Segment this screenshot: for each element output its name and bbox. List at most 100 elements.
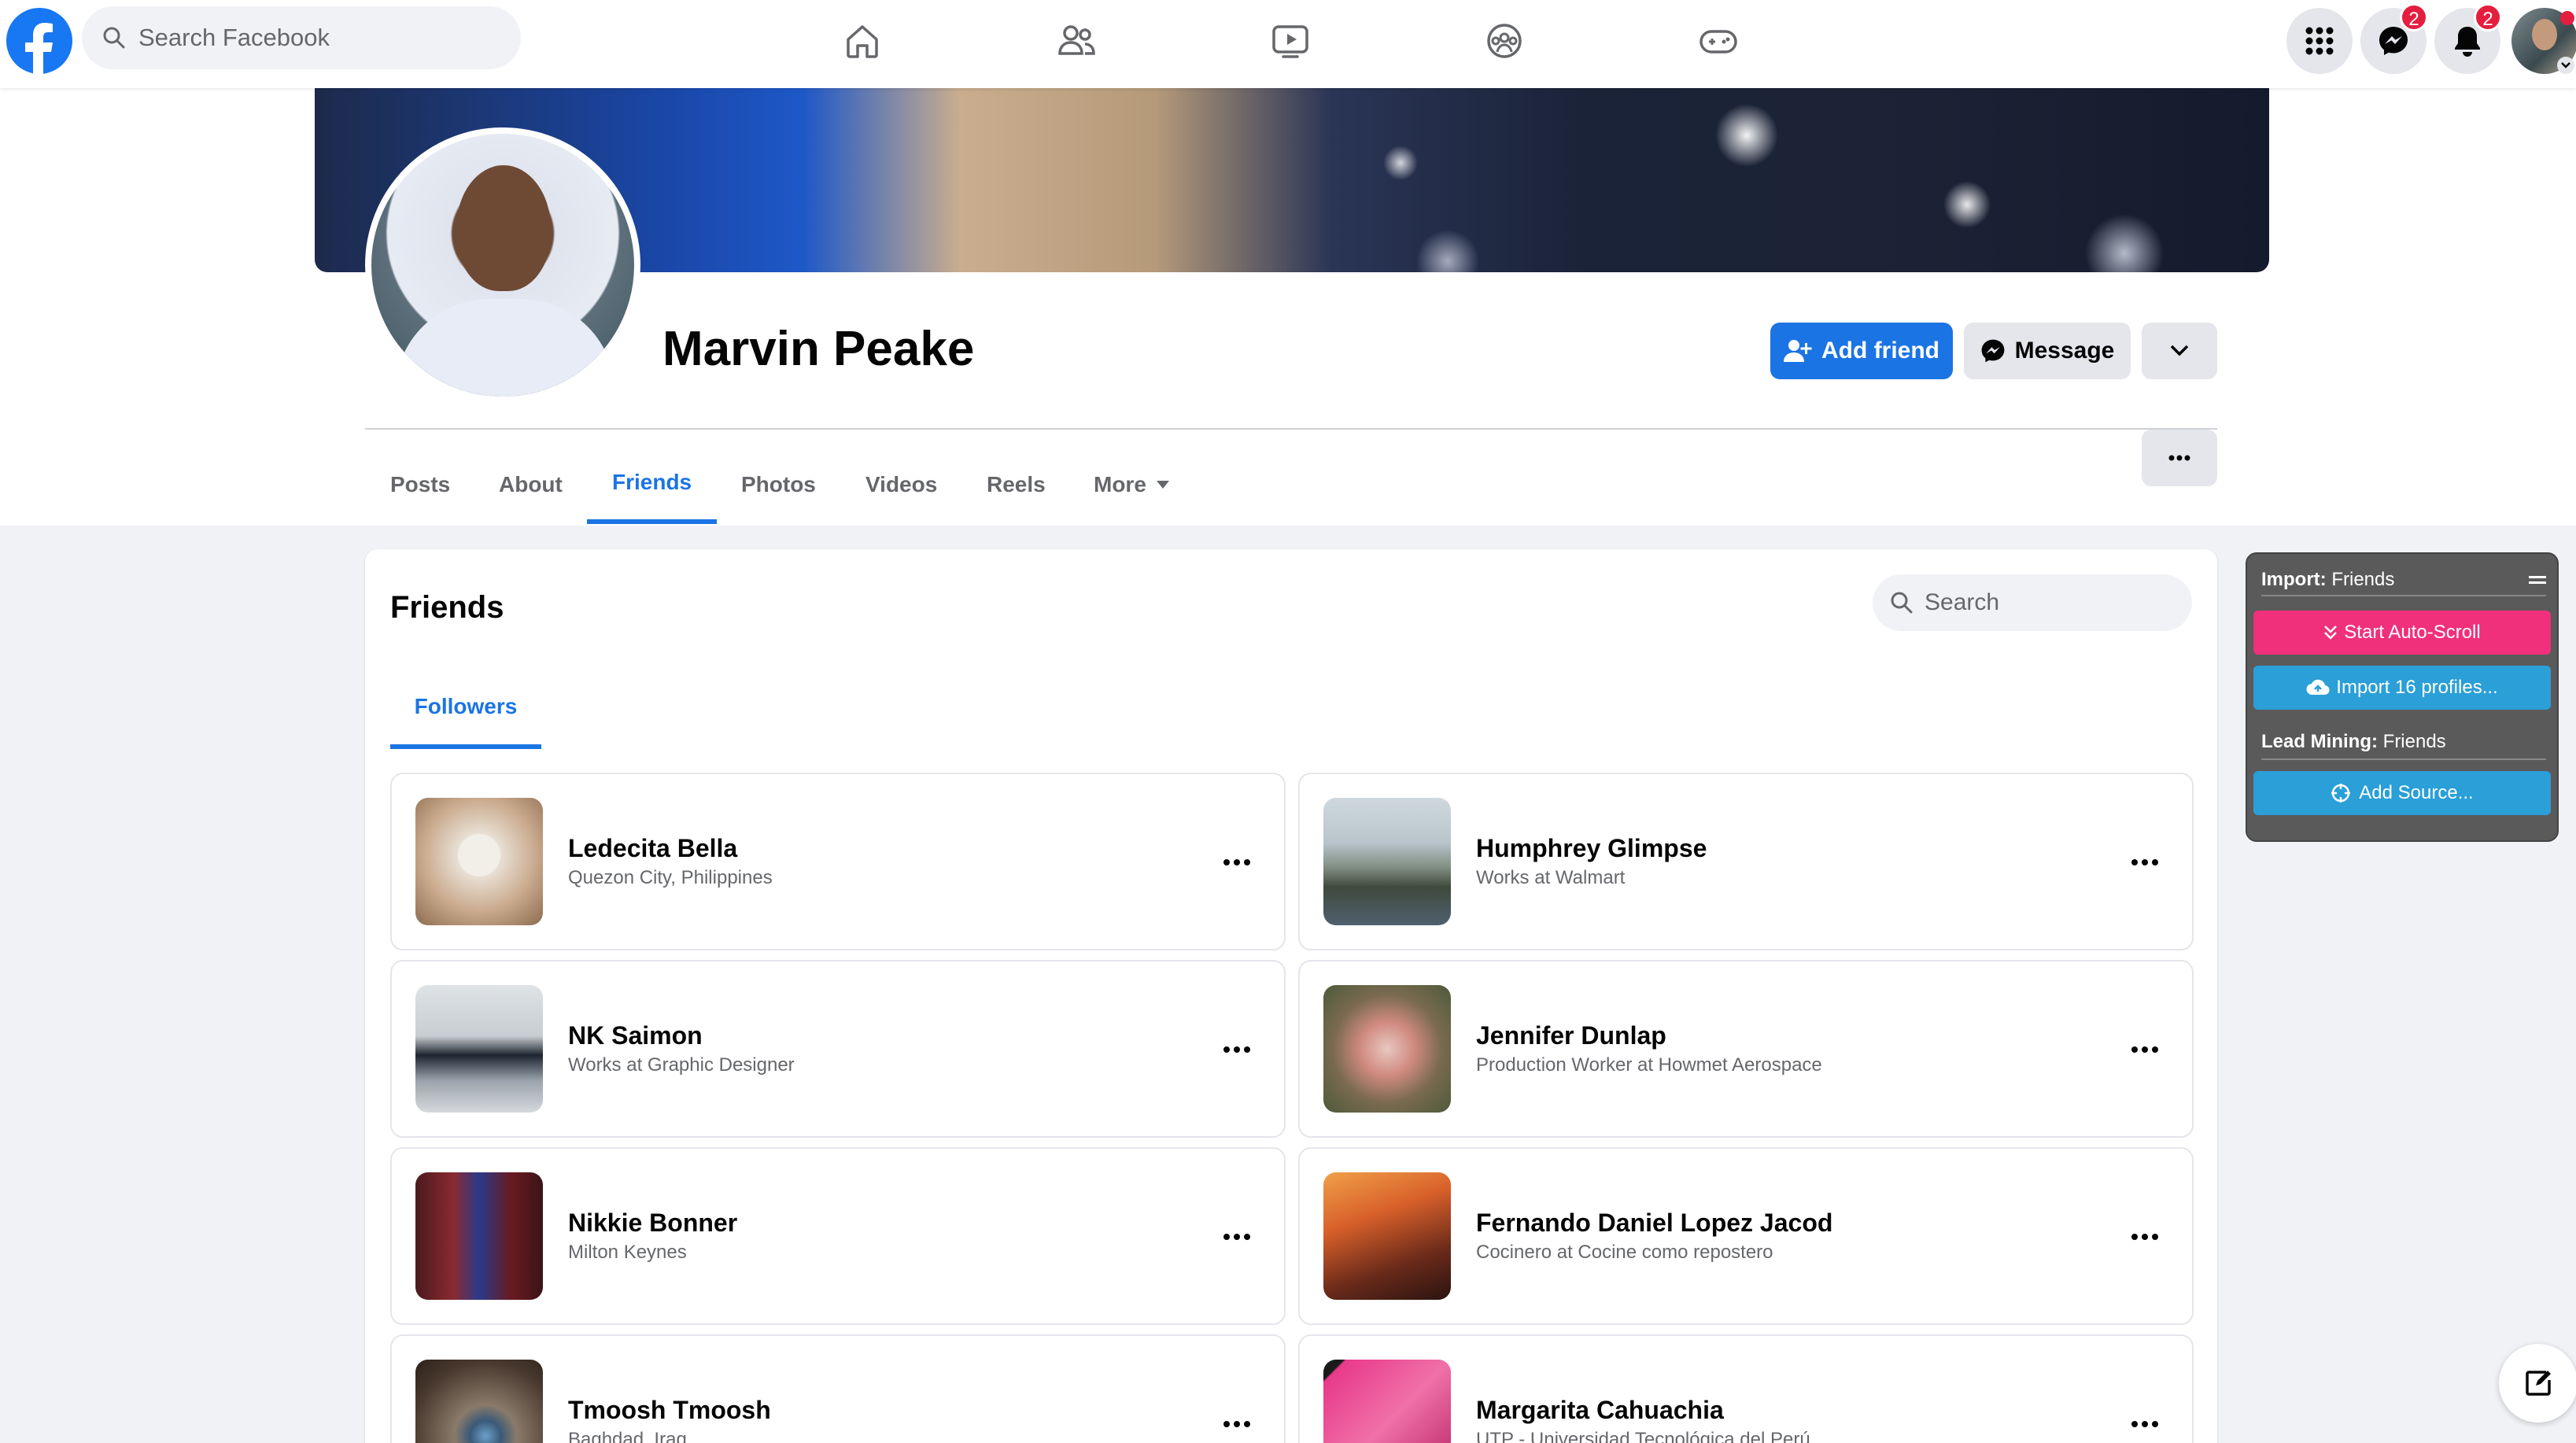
friend-options-button[interactable] bbox=[1213, 1026, 1260, 1073]
ellipsis-icon bbox=[2131, 1234, 2158, 1240]
search-icon bbox=[1890, 591, 1914, 614]
messenger-badge: 2 bbox=[2400, 3, 2428, 31]
friend-name[interactable]: Humphrey Glimpse bbox=[1476, 834, 1707, 863]
friend-name[interactable]: Tmoosh Tmoosh bbox=[568, 1396, 771, 1425]
profile-more-options-button[interactable] bbox=[2142, 430, 2217, 486]
start-auto-scroll-button[interactable]: Start Auto-Scroll bbox=[2253, 611, 2551, 655]
chevron-down-icon bbox=[2169, 344, 2190, 358]
friend-options-button[interactable] bbox=[2121, 1213, 2168, 1260]
friend-card[interactable]: Jennifer Dunlap Production Worker at How… bbox=[1298, 960, 2194, 1138]
tab-friends[interactable]: Friends bbox=[587, 445, 718, 524]
account-chevron-icon[interactable] bbox=[2557, 57, 2574, 74]
ellipsis-icon bbox=[2168, 455, 2190, 461]
friend-subtitle: Quezon City, Philippines bbox=[568, 867, 773, 888]
friend-options-button[interactable] bbox=[2121, 1401, 2168, 1443]
watch-icon[interactable] bbox=[1267, 17, 1314, 65]
ellipsis-icon bbox=[1223, 1046, 1250, 1053]
notifications-button[interactable]: 2 bbox=[2434, 3, 2502, 74]
ellipsis-icon bbox=[2131, 1421, 2158, 1427]
friend-card[interactable]: Fernando Daniel Lopez Jacod Cocinero at … bbox=[1298, 1147, 2194, 1325]
friends-icon[interactable] bbox=[1053, 17, 1100, 65]
friend-subtitle: Baghdad, Iraq bbox=[568, 1429, 687, 1443]
import-profiles-button[interactable]: Import 16 profiles... bbox=[2253, 666, 2551, 710]
facebook-logo-icon[interactable] bbox=[6, 8, 72, 74]
friend-options-button[interactable] bbox=[1213, 1401, 1260, 1443]
friend-photo[interactable] bbox=[415, 1360, 543, 1443]
friend-photo[interactable] bbox=[1323, 1172, 1451, 1300]
messenger-icon bbox=[1980, 338, 2006, 364]
friend-card[interactable]: Margarita Cahuachia UTP - Universidad Te… bbox=[1298, 1334, 2194, 1443]
message-label: Message bbox=[2014, 338, 2115, 364]
messenger-icon bbox=[2378, 25, 2409, 57]
header-divider bbox=[365, 428, 2217, 430]
tab-followers[interactable]: Followers bbox=[390, 669, 541, 749]
tab-reels[interactable]: Reels bbox=[961, 445, 1071, 524]
friend-photo[interactable] bbox=[1323, 1360, 1451, 1443]
profile-actions-dropdown[interactable] bbox=[2142, 323, 2217, 379]
ellipsis-icon bbox=[1223, 1234, 1250, 1240]
message-button[interactable]: Message bbox=[1964, 323, 2131, 379]
friend-photo[interactable] bbox=[1323, 985, 1451, 1113]
friend-card[interactable]: NK Saimon Works at Graphic Designer bbox=[390, 960, 1286, 1138]
crosshair-icon bbox=[2331, 783, 2351, 803]
menu-grid-button[interactable] bbox=[2286, 8, 2353, 74]
tab-posts[interactable]: Posts bbox=[365, 445, 475, 524]
friend-name[interactable]: Ledecita Bella bbox=[568, 834, 737, 863]
friend-name[interactable]: NK Saimon bbox=[568, 1021, 703, 1050]
friend-photo[interactable] bbox=[415, 985, 543, 1113]
messenger-button[interactable]: 2 bbox=[2360, 3, 2428, 74]
friend-name[interactable]: Fernando Daniel Lopez Jacod bbox=[1476, 1209, 1832, 1238]
add-source-label: Add Source... bbox=[2359, 782, 2474, 803]
profile-picture[interactable] bbox=[365, 127, 640, 403]
friend-subtitle: UTP - Universidad Tecnológica del Perú bbox=[1476, 1429, 1810, 1443]
notifications-badge: 2 bbox=[2474, 3, 2502, 31]
add-person-icon bbox=[1784, 338, 1812, 364]
tab-more-label: More bbox=[1094, 472, 1146, 496]
caret-down-icon bbox=[1156, 480, 1170, 489]
friend-subtitle: Milton Keynes bbox=[568, 1242, 687, 1263]
import-panel-title: Import: Friends bbox=[2261, 569, 2394, 591]
tab-about[interactable]: About bbox=[474, 445, 588, 524]
gaming-icon[interactable] bbox=[1695, 17, 1742, 65]
add-source-button[interactable]: Add Source... bbox=[2253, 771, 2551, 815]
friend-name[interactable]: Nikkie Bonner bbox=[568, 1209, 737, 1238]
friend-options-button[interactable] bbox=[1213, 839, 1260, 886]
groups-icon[interactable] bbox=[1481, 17, 1528, 65]
tab-more[interactable]: More bbox=[1068, 445, 1195, 524]
import-panel-header: Import: Friends bbox=[2261, 565, 2546, 596]
friend-photo[interactable] bbox=[1323, 798, 1451, 925]
friend-options-button[interactable] bbox=[1213, 1213, 1260, 1260]
new-message-button[interactable] bbox=[2499, 1344, 2576, 1423]
friend-options-button[interactable] bbox=[2121, 1026, 2168, 1073]
tab-photos[interactable]: Photos bbox=[716, 445, 841, 524]
lead-mining-header: Lead Mining: Friends bbox=[2261, 725, 2546, 760]
friends-search-input[interactable]: Search bbox=[1873, 574, 2192, 631]
friend-name[interactable]: Margarita Cahuachia bbox=[1476, 1396, 1724, 1425]
friend-subtitle: Cocinero at Cocine como repostero bbox=[1476, 1242, 1773, 1263]
search-placeholder: Search Facebook bbox=[138, 24, 330, 51]
bell-icon bbox=[2452, 25, 2482, 57]
home-icon[interactable] bbox=[839, 17, 886, 65]
friend-card[interactable]: Nikkie Bonner Milton Keynes bbox=[390, 1147, 1286, 1325]
import-profiles-label: Import 16 profiles... bbox=[2336, 677, 2498, 698]
double-chevron-down-icon bbox=[2323, 625, 2338, 640]
tab-videos[interactable]: Videos bbox=[840, 445, 962, 524]
ellipsis-icon bbox=[2131, 1046, 2158, 1053]
add-friend-label: Add friend bbox=[1821, 338, 1939, 364]
add-friend-button[interactable]: Add friend bbox=[1770, 323, 1953, 379]
import-prefix: Import: bbox=[2261, 569, 2327, 590]
lead-prefix: Lead Mining: bbox=[2261, 731, 2378, 752]
friend-options-button[interactable] bbox=[2121, 839, 2168, 886]
friend-card[interactable]: Humphrey Glimpse Works at Walmart bbox=[1298, 773, 2194, 950]
friend-photo[interactable] bbox=[415, 1172, 543, 1300]
menu-icon[interactable] bbox=[2529, 574, 2546, 585]
search-facebook-input[interactable]: Search Facebook bbox=[82, 6, 521, 69]
friend-subtitle: Production Worker at Howmet Aerospace bbox=[1476, 1054, 1822, 1076]
grid-icon bbox=[2305, 26, 2334, 56]
friend-card[interactable]: Tmoosh Tmoosh Baghdad, Iraq bbox=[390, 1334, 1286, 1443]
import-target: Friends bbox=[2331, 569, 2395, 590]
profile-name: Marvin Peake bbox=[662, 322, 975, 376]
friend-photo[interactable] bbox=[415, 798, 543, 925]
friend-name[interactable]: Jennifer Dunlap bbox=[1476, 1021, 1666, 1050]
friend-card[interactable]: Ledecita Bella Quezon City, Philippines bbox=[390, 773, 1286, 950]
